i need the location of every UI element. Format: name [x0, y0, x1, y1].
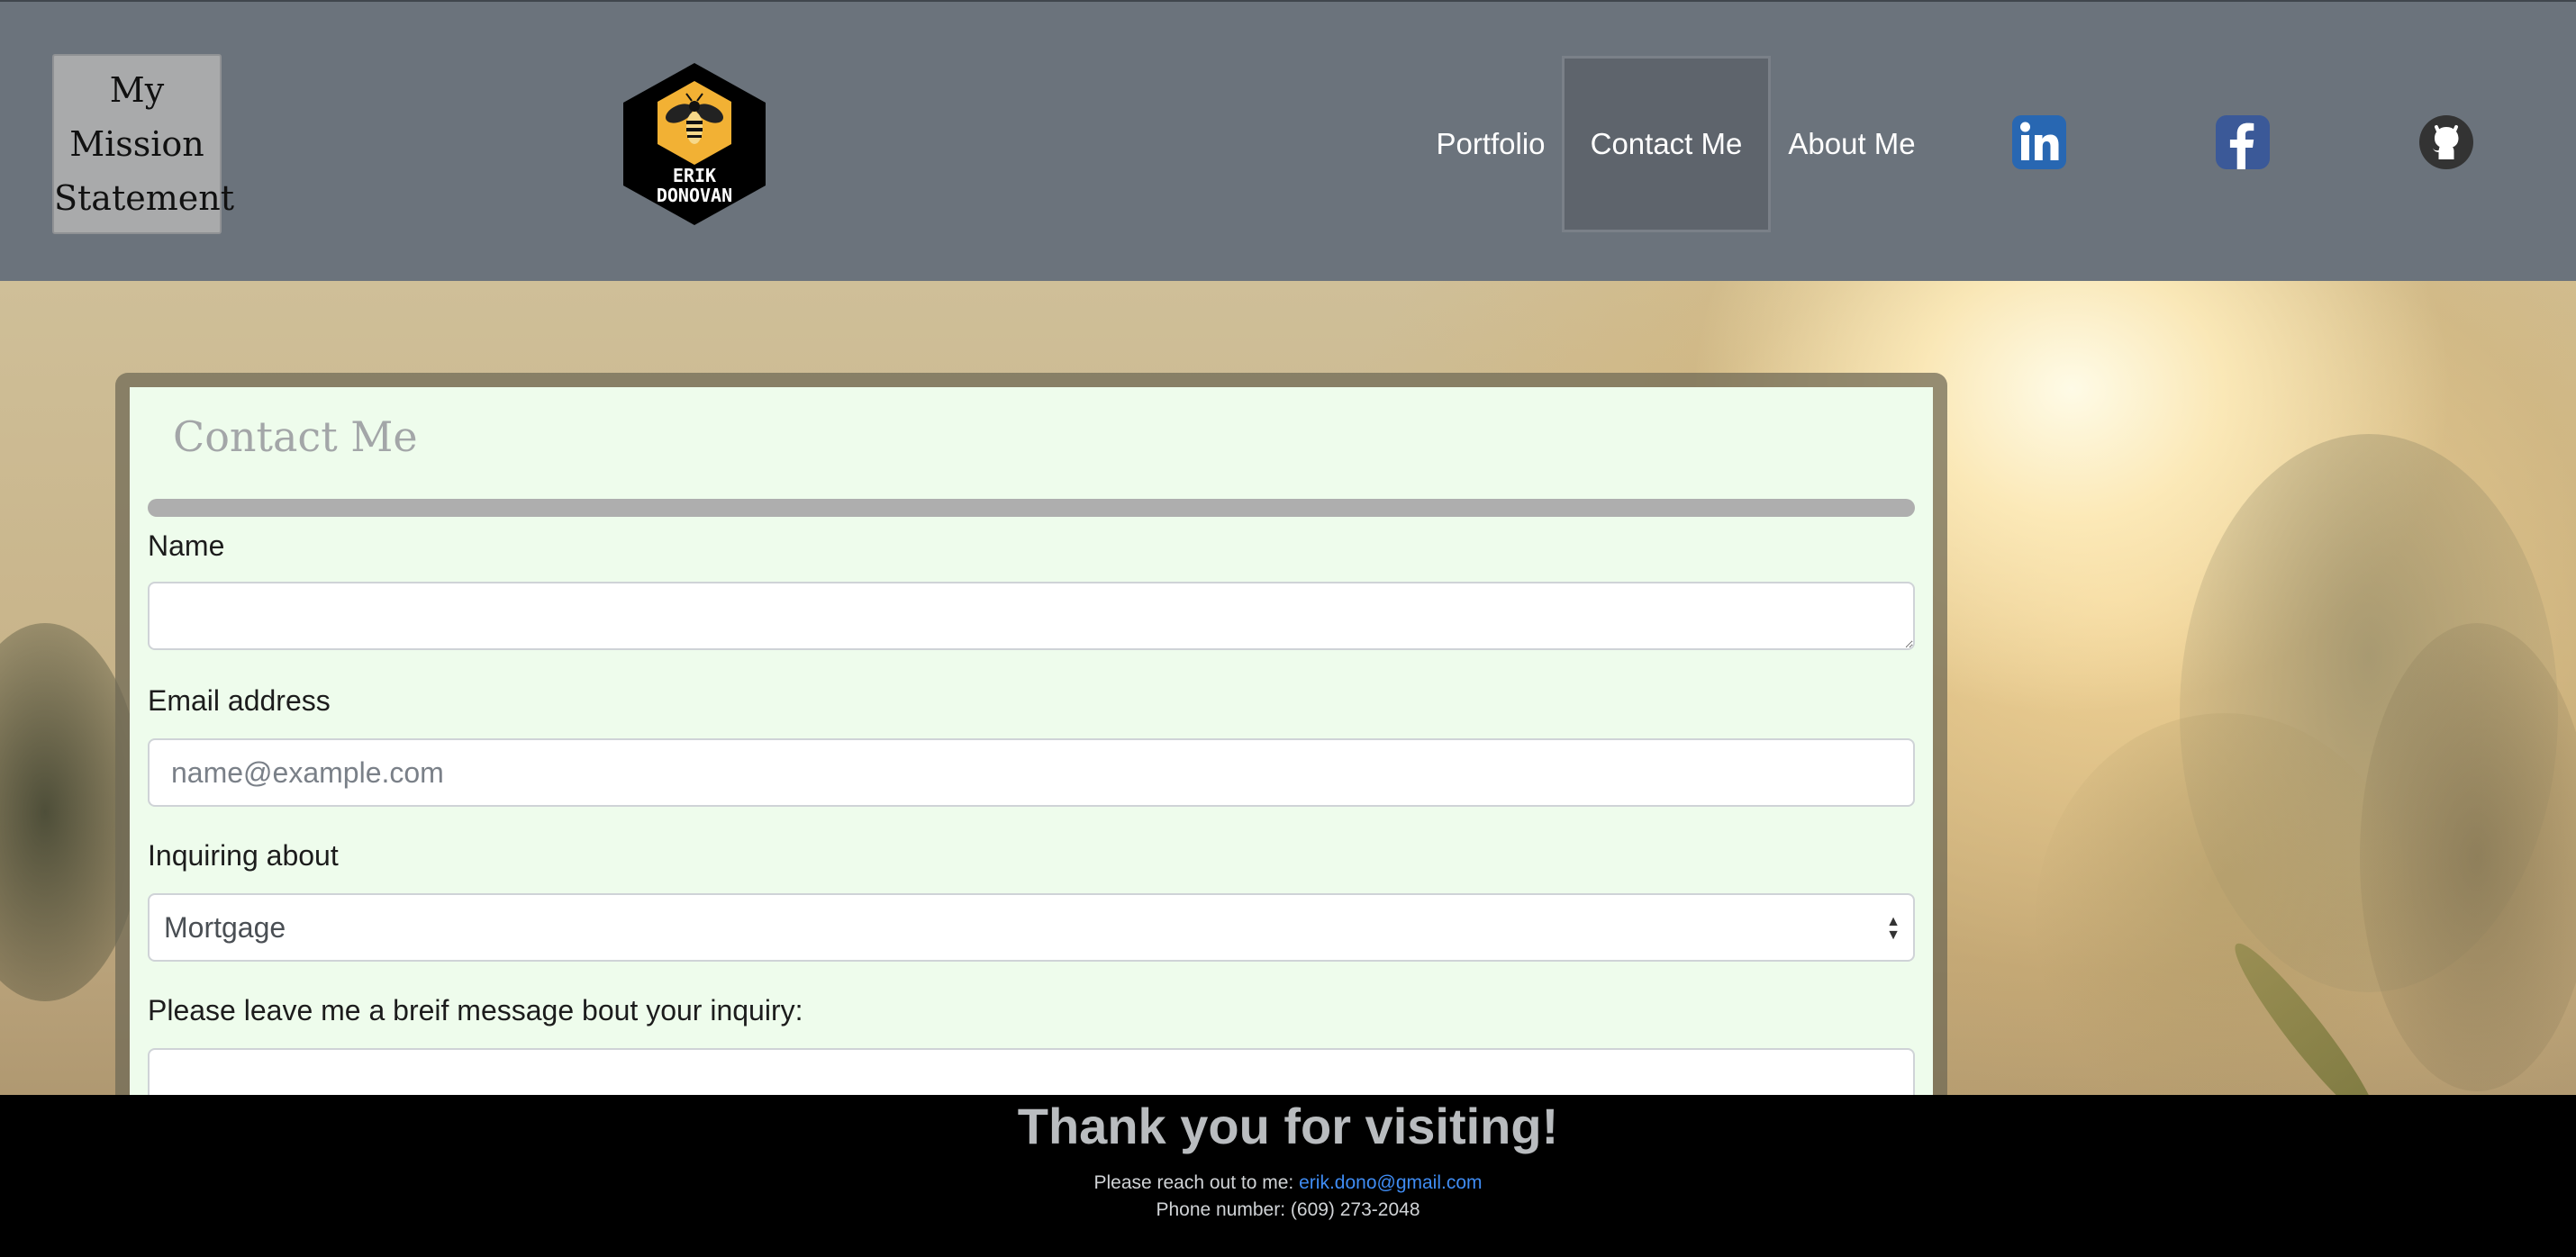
- facebook-icon[interactable]: [2216, 115, 2270, 169]
- footer-phone: Phone number: (609) 273-2048: [1156, 1199, 1420, 1220]
- form-title: Contact Me: [173, 412, 418, 461]
- inquiry-label: Inquiring about: [148, 839, 339, 872]
- name-field[interactable]: [148, 582, 1915, 650]
- name-label: Name: [148, 529, 225, 562]
- select-arrows-icon: ▲ ▼: [1886, 914, 1900, 943]
- mission-statement-button[interactable]: My Mission Statement: [52, 54, 234, 234]
- form-divider: [148, 499, 1915, 517]
- site-header: My Mission Statement ERIK DONOVAN Portfo…: [0, 0, 2576, 281]
- footer-reach-text: Please reach out to me:: [1093, 1172, 1300, 1193]
- footer-title: Thank you for visiting!: [1017, 1098, 1559, 1154]
- logo-text-line: DONOVAN: [657, 185, 732, 206]
- mission-label-line: Statement: [54, 178, 234, 218]
- background-tree: [2036, 713, 2414, 1127]
- logo-text-line: ERIK: [673, 165, 716, 186]
- footer-contact-line: Please reach out to me: erik.dono@gmail.…: [0, 1172, 2576, 1194]
- github-icon[interactable]: [2419, 115, 2473, 169]
- nav-contact-me[interactable]: Contact Me: [1562, 56, 1771, 232]
- message-label: Please leave me a breif message bout you…: [148, 994, 803, 1026]
- mission-label-line: Mission: [69, 124, 204, 164]
- mission-label-line: My: [109, 70, 165, 110]
- site-logo[interactable]: ERIK DONOVAN: [620, 61, 769, 227]
- footer-email-link[interactable]: erik.dono@gmail.com: [1299, 1172, 1482, 1193]
- linkedin-icon[interactable]: [2012, 115, 2066, 169]
- inquiry-selected-value: Mortgage: [164, 910, 286, 944]
- nav-about-me[interactable]: About Me: [1780, 56, 1924, 232]
- email-label: Email address: [148, 684, 331, 717]
- nav-portfolio[interactable]: Portfolio: [1423, 56, 1558, 232]
- email-field[interactable]: [148, 738, 1915, 807]
- site-footer: Thank you for visiting! Please reach out…: [0, 1095, 2576, 1257]
- inquiry-select[interactable]: Mortgage ▲ ▼: [148, 893, 1915, 962]
